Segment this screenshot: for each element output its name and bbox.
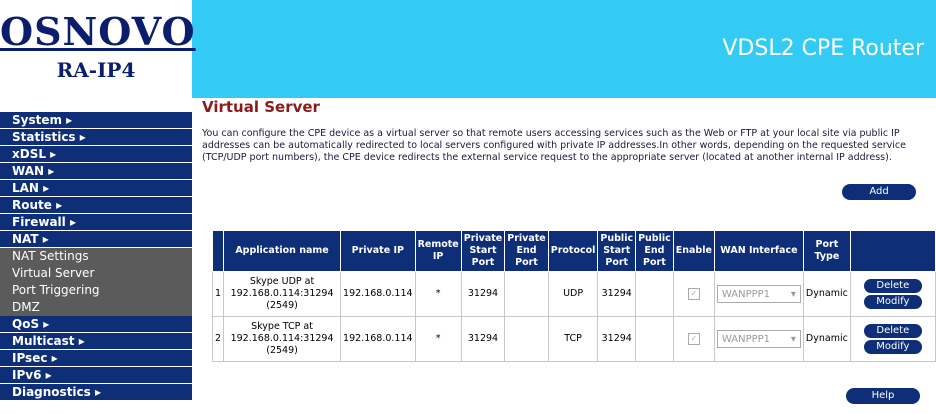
cell-port-type: Dynamic: [802, 316, 851, 362]
cell-app: Skype UDP at 192.168.0.114:31294 (2549): [223, 271, 342, 317]
col-header-priv-end: Private End Port: [504, 230, 549, 272]
cell-priv-start: 31294: [460, 271, 506, 317]
sidebar-item-ipsec[interactable]: IPsec ▸: [0, 350, 192, 367]
virtual-server-table: Application name Private IP Remote IP Pr…: [211, 230, 936, 362]
sidebar-item-qos[interactable]: QoS ▸: [0, 316, 192, 333]
main-content: Virtual Server You can configure the CPE…: [192, 98, 936, 414]
row-index: 1: [211, 271, 225, 317]
add-button[interactable]: Add: [842, 184, 916, 200]
cell-actions: Delete Modify: [849, 316, 936, 362]
col-header-protocol: Protocol: [547, 230, 599, 272]
col-header-actions: [849, 230, 936, 272]
sidebar: System ▸ Statistics ▸ xDSL ▸ WAN ▸ LAN ▸…: [0, 98, 192, 414]
col-header-port-type: Port Type: [802, 230, 851, 272]
col-header-enable: Enable: [672, 230, 715, 272]
sidebar-item-firewall[interactable]: Firewall ▸: [0, 214, 192, 231]
cell-port-type: Dynamic: [802, 271, 851, 317]
sidebar-item-system[interactable]: System ▸: [0, 112, 192, 129]
chevron-down-icon: ▾: [790, 289, 796, 300]
page-title: Virtual Server: [202, 98, 320, 116]
product-title: VDSL2 CPE Router: [722, 36, 924, 61]
col-header-priv-start: Private Start Port: [460, 230, 506, 272]
model-name: RA-IP4: [56, 58, 136, 82]
cell-remote-ip: *: [414, 316, 462, 362]
help-button[interactable]: Help: [846, 388, 920, 404]
sidebar-item-ipv6[interactable]: IPv6 ▸: [0, 367, 192, 384]
enable-checkbox[interactable]: ✓: [687, 288, 700, 300]
cell-priv-end: [504, 271, 549, 317]
table-row: 1 Skype UDP at 192.168.0.114:31294 (2549…: [211, 271, 936, 317]
cell-pub-start: 31294: [597, 271, 637, 317]
logo: OSNOVO RA-IP4: [0, 0, 196, 98]
sidebar-subitem-port-triggering[interactable]: Port Triggering: [0, 282, 192, 299]
col-header-pub-start: Public Start Port: [597, 230, 637, 272]
wan-interface-value: WANPPP1: [721, 289, 771, 300]
cell-private-ip: 192.168.0.114: [340, 271, 416, 317]
cell-priv-start: 31294: [460, 316, 506, 362]
sidebar-item-statistics[interactable]: Statistics ▸: [0, 129, 192, 146]
col-header-private-ip: Private IP: [340, 230, 416, 272]
table-row: 2 Skype TCP at 192.168.0.114:31294 (2549…: [211, 316, 936, 362]
cell-protocol: TCP: [547, 316, 599, 362]
col-header-pub-end: Public End Port: [635, 230, 674, 272]
delete-button[interactable]: Delete: [863, 324, 922, 338]
index-header: [211, 230, 225, 272]
sidebar-spacer: [0, 98, 192, 112]
sidebar-item-xdsl[interactable]: xDSL ▸: [0, 146, 192, 163]
sidebar-item-multicast[interactable]: Multicast ▸: [0, 333, 192, 350]
wan-interface-select[interactable]: WANPPP1 ▾: [716, 330, 801, 348]
sidebar-item-lan[interactable]: LAN ▸: [0, 180, 192, 197]
modify-button[interactable]: Modify: [863, 295, 922, 309]
col-header-remote-ip: Remote IP: [414, 230, 462, 272]
modify-button[interactable]: Modify: [863, 340, 922, 354]
cell-pub-end: [635, 271, 674, 317]
chevron-down-icon: ▾: [790, 334, 796, 345]
sidebar-item-wan[interactable]: WAN ▸: [0, 163, 192, 180]
enable-checkbox[interactable]: ✓: [687, 333, 700, 345]
cell-private-ip: 192.168.0.114: [340, 316, 416, 362]
sidebar-subitem-virtual-server[interactable]: Virtual Server: [0, 265, 192, 282]
cell-actions: Delete Modify: [849, 271, 936, 317]
cell-enable: ✓: [672, 271, 715, 317]
col-header-app: Application name: [223, 230, 342, 272]
col-header-wan: WAN Interface: [713, 230, 804, 272]
cell-enable: ✓: [672, 316, 715, 362]
sidebar-item-route[interactable]: Route ▸: [0, 197, 192, 214]
sidebar-subitem-dmz[interactable]: DMZ: [0, 299, 192, 316]
table-header-row: Application name Private IP Remote IP Pr…: [211, 230, 936, 272]
page-description: You can configure the CPE device as a vi…: [202, 128, 906, 163]
sidebar-subitem-nat-settings[interactable]: NAT Settings: [0, 248, 192, 265]
cell-protocol: UDP: [547, 271, 599, 317]
wan-interface-select[interactable]: WANPPP1 ▾: [716, 285, 801, 303]
cell-pub-end: [635, 316, 674, 362]
delete-button[interactable]: Delete: [863, 279, 922, 293]
cell-priv-end: [504, 316, 549, 362]
sidebar-item-nat[interactable]: NAT ▸: [0, 231, 192, 248]
wan-interface-value: WANPPP1: [721, 334, 771, 345]
cell-remote-ip: *: [414, 271, 462, 317]
brand-name: OSNOVO: [0, 9, 196, 54]
row-index: 2: [211, 316, 225, 362]
header-bar: OSNOVO RA-IP4 VDSL2 CPE Router: [0, 0, 936, 98]
sidebar-item-diagnostics[interactable]: Diagnostics ▸: [0, 384, 192, 401]
cell-wan: WANPPP1 ▾: [713, 316, 804, 362]
cell-pub-start: 31294: [597, 316, 637, 362]
cell-app: Skype TCP at 192.168.0.114:31294 (2549): [223, 316, 342, 362]
cell-wan: WANPPP1 ▾: [713, 271, 804, 317]
